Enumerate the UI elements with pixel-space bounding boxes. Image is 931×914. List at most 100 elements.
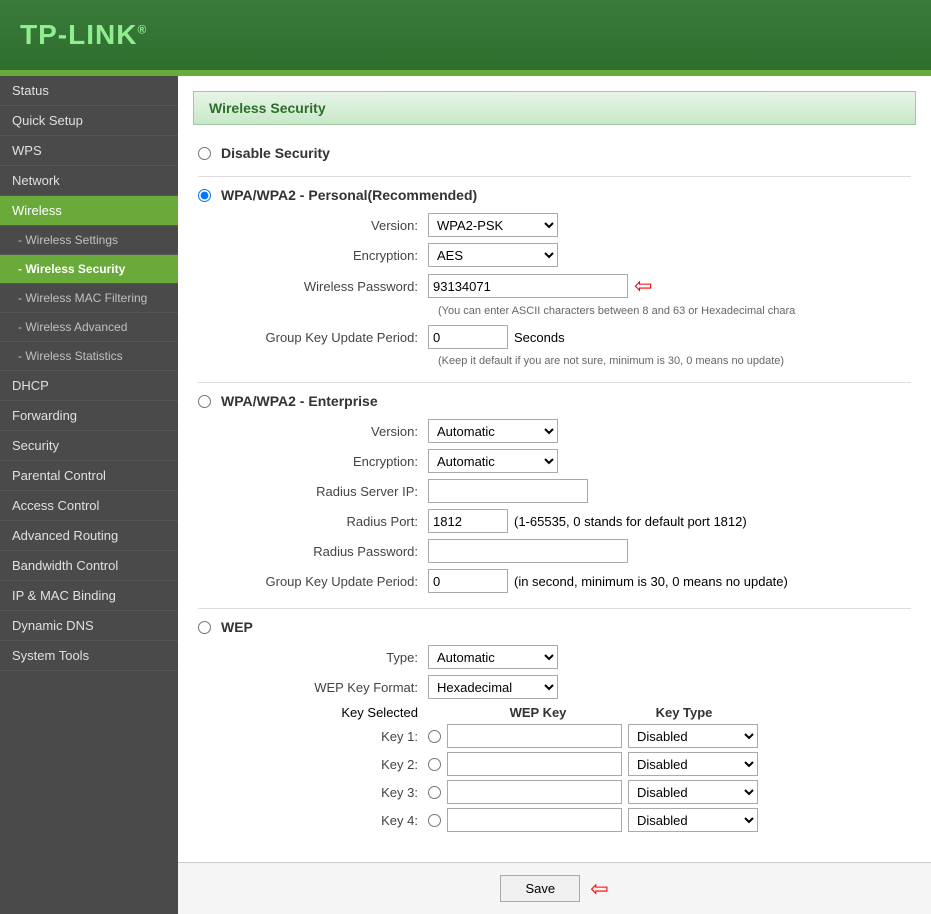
wep-row: WEP — [198, 619, 911, 635]
wpa-enterprise-group-key-row: Group Key Update Period: (in second, min… — [228, 569, 911, 593]
wep-key1-type-select[interactable]: Disabled 64bit 128bit 152bit — [628, 724, 758, 748]
sidebar-item-advanced-routing[interactable]: Advanced Routing — [0, 521, 178, 551]
wpa-enterprise-radius-ip-label: Radius Server IP: — [228, 484, 428, 499]
save-button[interactable]: Save — [500, 875, 580, 902]
wpa-personal-password-control: ⇦ — [428, 273, 652, 299]
disable-security-label: Disable Security — [221, 145, 330, 161]
sidebar-item-wireless-security[interactable]: - Wireless Security — [0, 255, 178, 284]
wep-type-row: Type: Automatic Open System Shared Key — [228, 645, 911, 669]
sidebar-item-network[interactable]: Network — [0, 166, 178, 196]
wpa-personal-group-key-hint: (Keep it default if you are not sure, mi… — [438, 355, 911, 367]
sidebar-item-dhcp[interactable]: DHCP — [0, 371, 178, 401]
wep-key-format-control: Hexadecimal ASCII — [428, 675, 558, 699]
wpa-personal-encryption-label: Encryption: — [228, 248, 428, 263]
sidebar-item-wireless[interactable]: Wireless — [0, 196, 178, 226]
wpa-personal-encryption-row: Encryption: AES Automatic TKIP — [228, 243, 911, 267]
wpa-enterprise-group-key-label: Group Key Update Period: — [228, 574, 428, 589]
wpa-personal-password-label: Wireless Password: — [228, 279, 428, 294]
wpa-personal-version-label: Version: — [228, 218, 428, 233]
sidebar-item-bandwidth-control[interactable]: Bandwidth Control — [0, 551, 178, 581]
sidebar: Status Quick Setup WPS Network Wireless … — [0, 76, 178, 914]
wpa-enterprise-radius-port-hint: (1-65535, 0 stands for default port 1812… — [514, 514, 747, 529]
sidebar-item-ip-mac-binding[interactable]: IP & MAC Binding — [0, 581, 178, 611]
wpa-personal-label: WPA/WPA2 - Personal(Recommended) — [221, 187, 477, 203]
wpa-enterprise-radius-password-control — [428, 539, 628, 563]
wep-key-format-label: WEP Key Format: — [228, 680, 428, 695]
sidebar-item-wps[interactable]: WPS — [0, 136, 178, 166]
disable-security-row: Disable Security — [198, 145, 911, 161]
wpa-enterprise-radius-ip-row: Radius Server IP: — [228, 479, 911, 503]
wpa-enterprise-encryption-select[interactable]: Automatic TKIP AES — [428, 449, 558, 473]
wpa-enterprise-radius-password-input[interactable] — [428, 539, 628, 563]
wpa-personal-encryption-control: AES Automatic TKIP — [428, 243, 558, 267]
wpa-enterprise-version-control: Automatic WPA WPA2 — [428, 419, 558, 443]
wpa-personal-version-select[interactable]: WPA2-PSK Automatic WPA-PSK — [428, 213, 558, 237]
sidebar-item-forwarding[interactable]: Forwarding — [0, 401, 178, 431]
content-area: Disable Security WPA/WPA2 - Personal(Rec… — [178, 130, 931, 862]
wpa-enterprise-radius-ip-input[interactable] — [428, 479, 588, 503]
wpa-enterprise-version-label: Version: — [228, 424, 428, 439]
wep-type-select[interactable]: Automatic Open System Shared Key — [428, 645, 558, 669]
main-content: Wireless Security Disable Security WPA/W… — [178, 76, 931, 914]
wpa-enterprise-version-select[interactable]: Automatic WPA WPA2 — [428, 419, 558, 443]
wep-key2-type-select[interactable]: Disabled 64bit 128bit 152bit — [628, 752, 758, 776]
sidebar-item-security[interactable]: Security — [0, 431, 178, 461]
sidebar-item-wireless-settings[interactable]: - Wireless Settings — [0, 226, 178, 255]
wpa-enterprise-radius-port-label: Radius Port: — [228, 514, 428, 529]
wpa-personal-group-key-input[interactable] — [428, 325, 508, 349]
logo-text: TP-LINK — [20, 19, 137, 50]
wpa-enterprise-encryption-control: Automatic TKIP AES — [428, 449, 558, 473]
wpa-enterprise-encryption-label: Encryption: — [228, 454, 428, 469]
wep-key3-radio[interactable] — [428, 786, 441, 799]
wpa-enterprise-radio[interactable] — [198, 395, 211, 408]
wpa-personal-group-key-label: Group Key Update Period: — [228, 330, 428, 345]
wep-column-headers: Key Selected WEP Key Key Type — [228, 705, 911, 720]
wpa-personal-encryption-select[interactable]: AES Automatic TKIP — [428, 243, 558, 267]
wep-key2-label: Key 2: — [228, 757, 428, 772]
wep-key2-input[interactable] — [447, 752, 622, 776]
wpa-personal-password-row: Wireless Password: ⇦ — [228, 273, 911, 299]
wep-key4-radio[interactable] — [428, 814, 441, 827]
wpa-enterprise-radius-port-input[interactable] — [428, 509, 508, 533]
password-arrow-annotation: ⇦ — [634, 273, 652, 299]
wep-key3-type-select[interactable]: Disabled 64bit 128bit 152bit — [628, 780, 758, 804]
wpa-enterprise-group-key-input[interactable] — [428, 569, 508, 593]
wep-key2-controls: Disabled 64bit 128bit 152bit — [447, 752, 758, 776]
disable-security-radio[interactable] — [198, 147, 211, 160]
wep-key4-input[interactable] — [447, 808, 622, 832]
wpa-enterprise-group-key-control: (in second, minimum is 30, 0 means no up… — [428, 569, 788, 593]
wep-key3-label: Key 3: — [228, 785, 428, 800]
sidebar-item-quick-setup[interactable]: Quick Setup — [0, 106, 178, 136]
wep-key-format-select[interactable]: Hexadecimal ASCII — [428, 675, 558, 699]
wpa-enterprise-form: Version: Automatic WPA WPA2 Encryption: — [228, 419, 911, 593]
wep-radio[interactable] — [198, 621, 211, 634]
wep-key1-input[interactable] — [447, 724, 622, 748]
wep-key4-type-select[interactable]: Disabled 64bit 128bit 152bit — [628, 808, 758, 832]
wpa-personal-group-key-unit: Seconds — [514, 330, 565, 345]
wpa-personal-radio[interactable] — [198, 189, 211, 202]
sidebar-item-parental-control[interactable]: Parental Control — [0, 461, 178, 491]
wpa-enterprise-section: WPA/WPA2 - Enterprise Version: Automatic… — [198, 393, 911, 593]
wpa-personal-section: WPA/WPA2 - Personal(Recommended) Version… — [198, 187, 911, 367]
sidebar-item-wireless-mac-filtering[interactable]: - Wireless MAC Filtering — [0, 284, 178, 313]
wep-key1-radio[interactable] — [428, 730, 441, 743]
wep-key3-input[interactable] — [447, 780, 622, 804]
divider-3 — [198, 608, 911, 609]
wep-label: WEP — [221, 619, 253, 635]
wpa-enterprise-row: WPA/WPA2 - Enterprise — [198, 393, 911, 409]
sidebar-item-access-control[interactable]: Access Control — [0, 491, 178, 521]
sidebar-item-system-tools[interactable]: System Tools — [0, 641, 178, 671]
wep-key2-radio[interactable] — [428, 758, 441, 771]
sidebar-item-dynamic-dns[interactable]: Dynamic DNS — [0, 611, 178, 641]
wpa-enterprise-radius-port-control: (1-65535, 0 stands for default port 1812… — [428, 509, 747, 533]
sidebar-item-wireless-statistics[interactable]: - Wireless Statistics — [0, 342, 178, 371]
wpa-personal-password-input[interactable] — [428, 274, 628, 298]
sidebar-item-status[interactable]: Status — [0, 76, 178, 106]
section-title: Wireless Security — [209, 100, 326, 116]
layout: Status Quick Setup WPS Network Wireless … — [0, 76, 931, 914]
wpa-enterprise-version-row: Version: Automatic WPA WPA2 — [228, 419, 911, 443]
wep-key1-controls: Disabled 64bit 128bit 152bit — [447, 724, 758, 748]
sidebar-item-wireless-advanced[interactable]: - Wireless Advanced — [0, 313, 178, 342]
logo: TP-LINK® — [20, 19, 147, 51]
save-arrow-annotation: ⇦ — [590, 876, 608, 902]
